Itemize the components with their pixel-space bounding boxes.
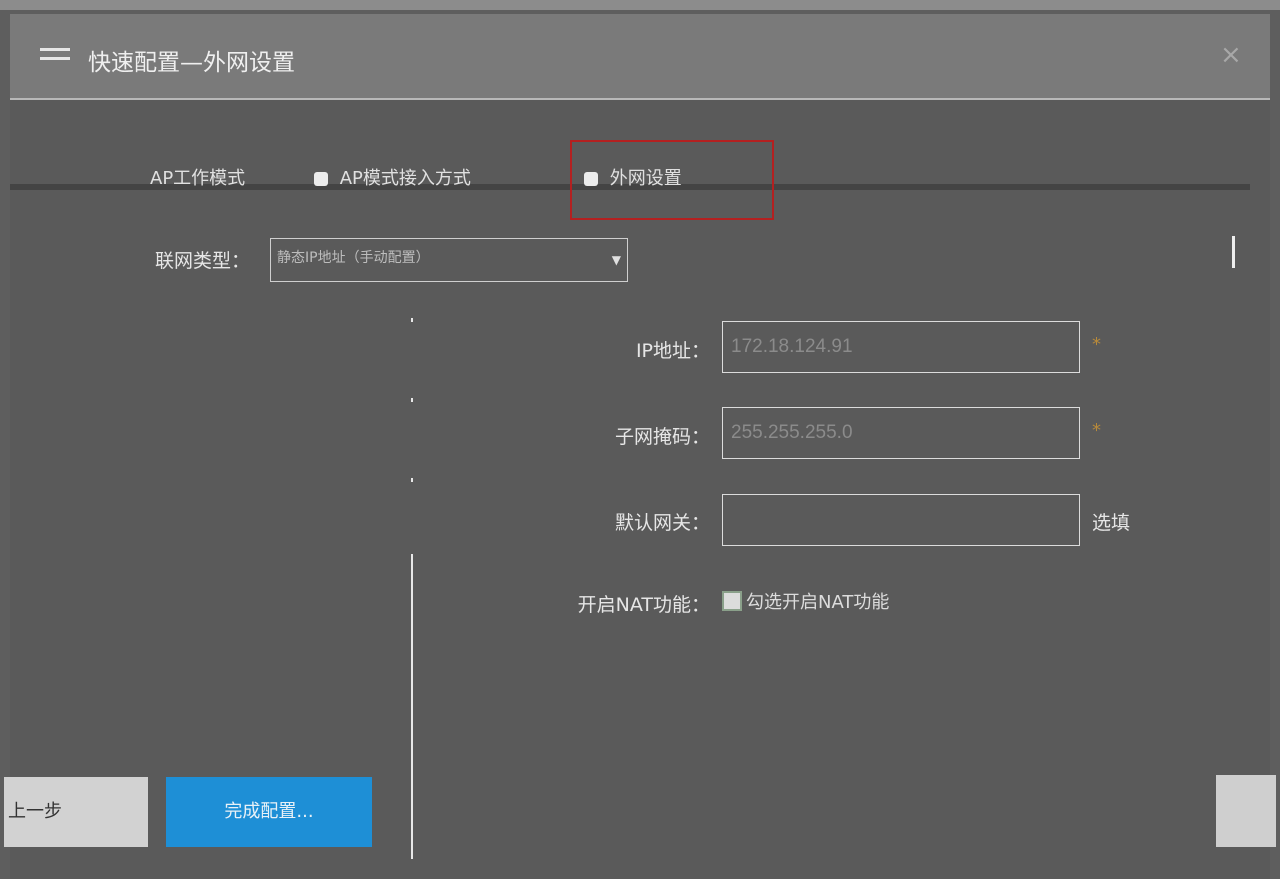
step-indicator: AP工作模式 AP模式接入方式 外网设置 [10, 140, 1270, 220]
gateway-label: 默认网关： [614, 512, 710, 534]
link-type-value: 静态IP地址（手动配置） [277, 250, 430, 266]
menu-icon[interactable] [40, 48, 70, 66]
prev-button[interactable]: 上一步 [4, 777, 148, 847]
scrollbar-handle[interactable] [1232, 236, 1235, 268]
nat-label: 开启NAT功能： [577, 594, 710, 616]
step-label: AP模式接入方式 [339, 168, 471, 189]
ip-address-field[interactable]: 172.18.124.91 [722, 321, 1080, 373]
top-strip [0, 0, 1280, 10]
link-type-select[interactable]: 静态IP地址（手动配置） ▼ [270, 238, 628, 282]
required-mark: * [1092, 334, 1101, 355]
step-wan-settings[interactable]: 外网设置 [584, 164, 682, 190]
divider-dot [411, 398, 413, 402]
monitor-icon [584, 172, 598, 186]
ip-label: IP地址： [635, 340, 710, 362]
divider-dot [411, 318, 413, 322]
right-button[interactable] [1216, 775, 1276, 847]
required-mark: * [1092, 420, 1101, 441]
nat-checkbox[interactable] [722, 591, 742, 611]
step-label: 外网设置 [609, 168, 682, 189]
monitor-icon [314, 172, 328, 186]
finish-config-button[interactable]: 完成配置... [166, 777, 372, 847]
divider-dot [411, 478, 413, 482]
subnet-mask-field[interactable]: 255.255.255.0 [722, 407, 1080, 459]
gateway-field[interactable] [722, 494, 1080, 546]
panel-divider [411, 554, 413, 859]
mask-label: 子网掩码： [614, 426, 710, 448]
quick-config-dialog: 快速配置—外网设置 × AP工作模式 AP模式接入方式 外网设置 联网类型： 静… [4, 14, 1276, 879]
step-label: AP工作模式 [150, 168, 246, 189]
close-icon[interactable]: × [1220, 40, 1242, 70]
optional-label: 选填 [1092, 512, 1131, 534]
nat-checkbox-text[interactable]: 勾选开启NAT功能 [746, 588, 889, 614]
step-access-method[interactable]: AP模式接入方式 [314, 164, 471, 190]
dialog-titlebar: 快速配置—外网设置 × [10, 14, 1270, 100]
step-ap-mode[interactable]: AP工作模式 [150, 164, 245, 190]
link-type-label: 联网类型： [154, 250, 250, 272]
dialog-title: 快速配置—外网设置 [88, 50, 295, 76]
chevron-down-icon: ▼ [611, 253, 621, 267]
